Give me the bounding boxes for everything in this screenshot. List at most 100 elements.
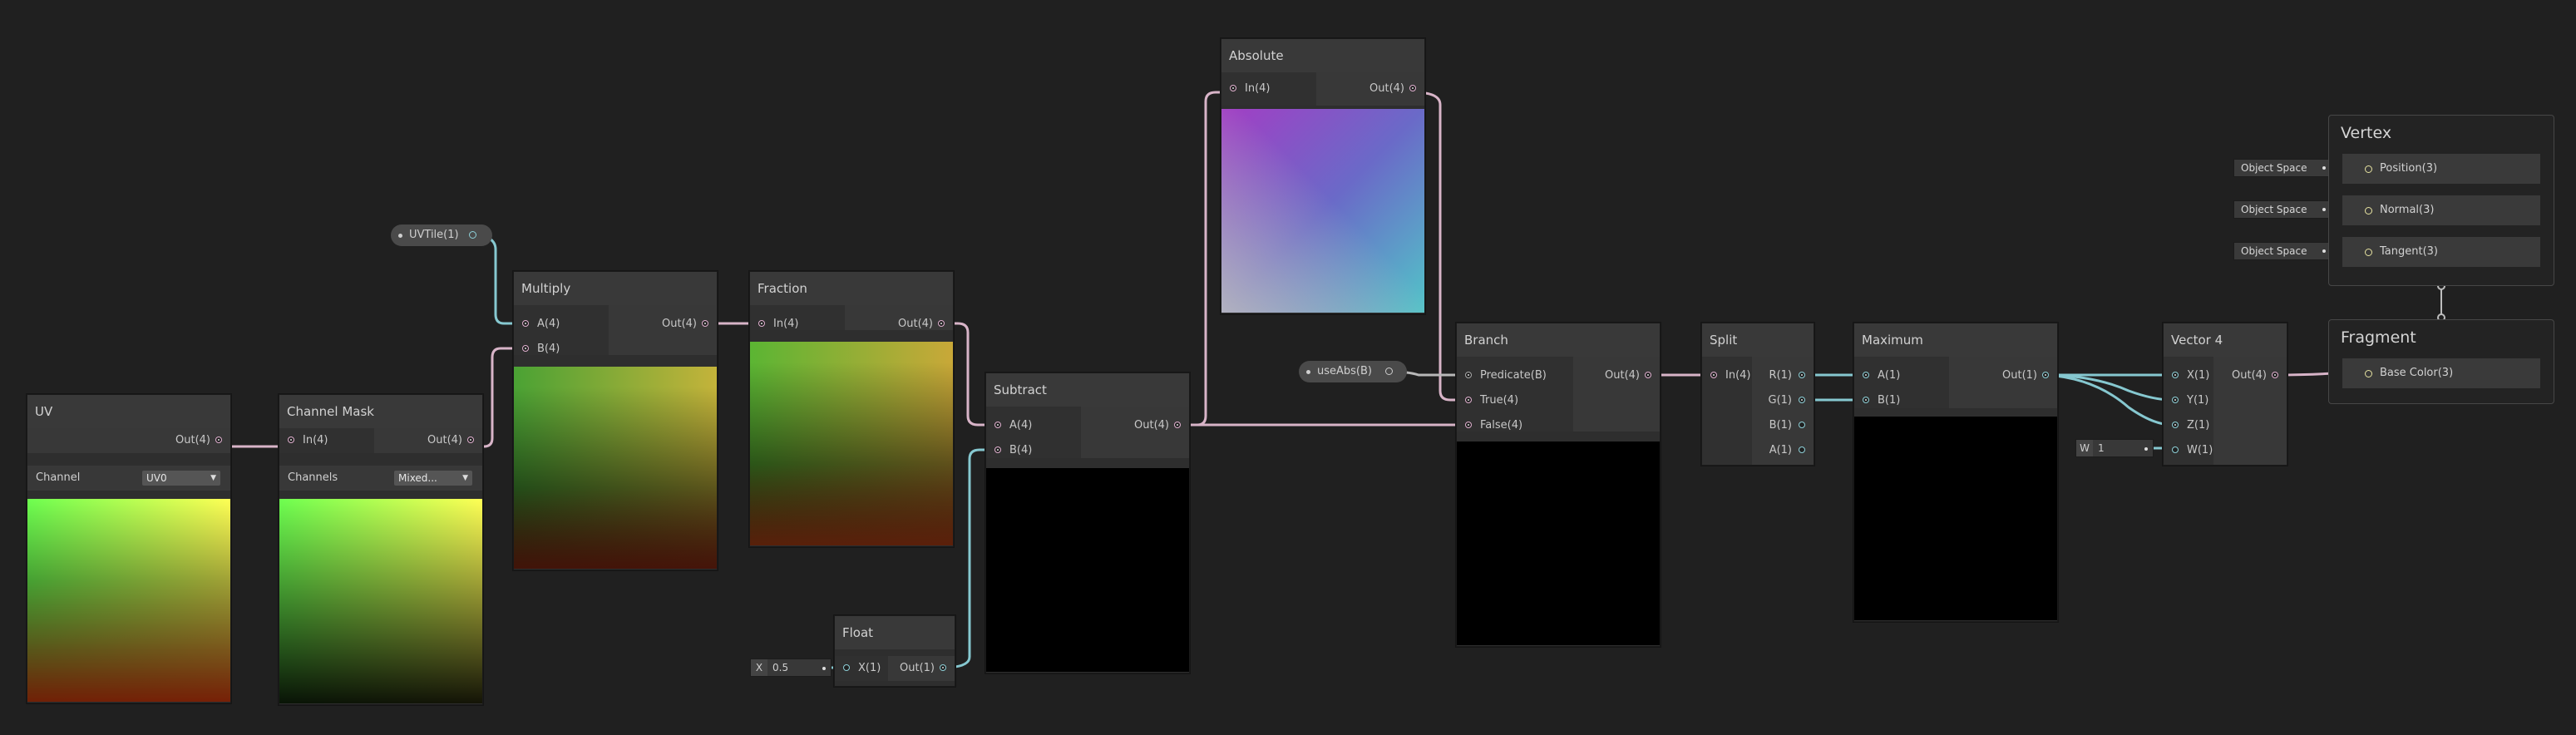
base-color-slot[interactable]: Base Color(3) [2342, 358, 2540, 388]
branch-out-port[interactable] [1645, 372, 1651, 378]
fraction-in-port[interactable] [758, 320, 765, 327]
uv-channel-row: Channel UV0 ▼ [27, 466, 230, 491]
fraction-out-label: Out(4) [898, 318, 933, 330]
split-g-port[interactable] [1799, 397, 1805, 403]
multiply-out-port[interactable] [702, 320, 708, 327]
multiply-title: Multiply [514, 272, 717, 305]
uv-channel-dropdown[interactable]: UV0 ▼ [142, 471, 220, 486]
useabs-out-port[interactable] [1385, 368, 1393, 375]
multiply-out-label: Out(4) [662, 318, 697, 330]
absolute-out-label: Out(4) [1369, 82, 1404, 95]
vector4-z-label: Z(1) [2187, 419, 2210, 432]
subtract-node[interactable]: Subtract A(4) B(4) Out(4) [985, 372, 1190, 673]
wire-maximum-to-vector4-z [2046, 373, 2173, 427]
float-x-field-label: X [751, 659, 767, 676]
vertex-context[interactable]: Vertex Position(3) Normal(3) Tangent(3) [2328, 115, 2554, 286]
split-r-port[interactable] [1799, 372, 1805, 378]
uvtile-label: UVTile(1) [409, 229, 459, 241]
absolute-node[interactable]: Absolute In(4) Out(4) [1221, 38, 1425, 314]
channel-mask-node[interactable]: Channel Mask In(4) Out(4) Channels Mixed… [279, 394, 483, 705]
maximum-out-port[interactable] [2042, 372, 2049, 378]
subtract-preview [986, 468, 1189, 672]
uv-out-port[interactable] [215, 437, 222, 443]
split-in-label: In(4) [1725, 369, 1751, 382]
channel-mask-out-label: Out(4) [427, 434, 462, 446]
float-x-field[interactable]: X 0.5 [750, 659, 832, 677]
subtract-in-b-port[interactable] [994, 446, 1001, 453]
absolute-in-port[interactable] [1230, 85, 1236, 91]
vector4-w-field-value[interactable]: 1 [2098, 440, 2105, 456]
float-in-port[interactable] [843, 664, 850, 671]
multiply-in-b-label: B(4) [537, 343, 560, 355]
branch-true-port[interactable] [1465, 397, 1472, 403]
fragment-title: Fragment [2341, 328, 2416, 347]
maximum-node[interactable]: Maximum A(1) B(1) Out(1) [1853, 323, 2058, 622]
normal-port[interactable] [2365, 207, 2372, 215]
float-out-port[interactable] [940, 664, 946, 671]
float-in-label: X(1) [858, 662, 881, 674]
branch-out-label: Out(4) [1605, 369, 1640, 382]
channels-dropdown[interactable]: Mixed... ▼ [394, 471, 472, 486]
maximum-in-a-port[interactable] [1863, 372, 1869, 378]
tangent-slot[interactable]: Tangent(3) [2342, 237, 2540, 267]
channel-mask-channels-row: Channels Mixed... ▼ [279, 466, 482, 491]
vector4-w-field[interactable]: W 1 [2075, 439, 2154, 457]
vector4-z-port[interactable] [2172, 422, 2179, 428]
vector4-w-field-label: W [2076, 440, 2093, 456]
channel-mask-in-port[interactable] [288, 437, 294, 443]
float-node[interactable]: Float X(1) Out(1) [834, 615, 955, 687]
fragment-context[interactable]: Fragment Base Color(3) [2328, 319, 2554, 404]
normal-space-field[interactable]: Object Space [2233, 200, 2332, 219]
split-a-port[interactable] [1799, 446, 1805, 453]
split-in-port[interactable] [1710, 372, 1717, 378]
chevron-down-icon: ▼ [462, 474, 468, 482]
vector4-y-port[interactable] [2172, 397, 2179, 403]
maximum-in-b-port[interactable] [1863, 397, 1869, 403]
float-title: Float [835, 616, 955, 649]
fraction-in-label: In(4) [773, 318, 799, 330]
subtract-in-a-port[interactable] [994, 422, 1001, 428]
uvtile-out-port[interactable] [469, 231, 476, 239]
vector4-node[interactable]: Vector 4 X(1) Y(1) Z(1) W(1) Out(4) [2163, 323, 2287, 466]
tangent-port[interactable] [2365, 249, 2372, 256]
branch-predicate-label: Predicate(B) [1480, 369, 1547, 382]
vector4-out-port[interactable] [2272, 372, 2278, 378]
subtract-title: Subtract [986, 373, 1189, 407]
split-b-label: B(1) [1769, 419, 1792, 432]
multiply-in-a-label: A(4) [537, 318, 560, 330]
absolute-out-port[interactable] [1409, 85, 1416, 91]
branch-false-port[interactable] [1465, 422, 1472, 428]
vector4-x-port[interactable] [2172, 372, 2179, 378]
branch-false-label: False(4) [1480, 419, 1523, 432]
multiply-in-a-port[interactable] [522, 320, 529, 327]
branch-node[interactable]: Branch Predicate(B) True(4) False(4) Out… [1456, 323, 1661, 647]
useabs-label: useAbs(B) [1317, 365, 1372, 377]
normal-slot[interactable]: Normal(3) [2342, 195, 2540, 225]
multiply-in-b-port[interactable] [522, 345, 529, 352]
maximum-in-b-label: B(1) [1878, 394, 1901, 407]
uv-node[interactable]: UV Out(4) Channel UV0 ▼ [27, 394, 231, 703]
position-port[interactable] [2365, 165, 2372, 173]
position-space-field[interactable]: Object Space [2233, 159, 2332, 177]
base-color-port[interactable] [2365, 370, 2372, 377]
fraction-out-port[interactable] [938, 320, 945, 327]
maximum-in-a-label: A(1) [1878, 369, 1901, 382]
multiply-node[interactable]: Multiply A(4) B(4) Out(4) [513, 271, 718, 570]
branch-predicate-port[interactable] [1465, 372, 1472, 378]
split-g-label: G(1) [1768, 394, 1793, 407]
uvtile-property[interactable]: UVTile(1) [391, 224, 492, 246]
useabs-property[interactable]: useAbs(B) [1299, 361, 1407, 382]
channel-mask-out-port[interactable] [467, 437, 474, 443]
split-node[interactable]: Split In(4) R(1) G(1) B(1) A(1) [1701, 323, 1814, 466]
wire-maximum-to-vector4-y [2046, 373, 2173, 402]
fraction-node[interactable]: Fraction In(4) Out(4) [749, 271, 954, 547]
subtract-out-port[interactable] [1174, 422, 1181, 428]
position-slot[interactable]: Position(3) [2342, 154, 2540, 184]
tangent-space-field[interactable]: Object Space [2233, 242, 2332, 260]
vector4-w-port[interactable] [2172, 446, 2179, 453]
split-b-port[interactable] [1799, 422, 1805, 428]
subtract-in-b-label: B(4) [1009, 444, 1033, 456]
channel-mask-title: Channel Mask [279, 395, 482, 428]
channels-label: Channels [288, 471, 338, 484]
float-x-field-value[interactable]: 0.5 [772, 659, 788, 676]
